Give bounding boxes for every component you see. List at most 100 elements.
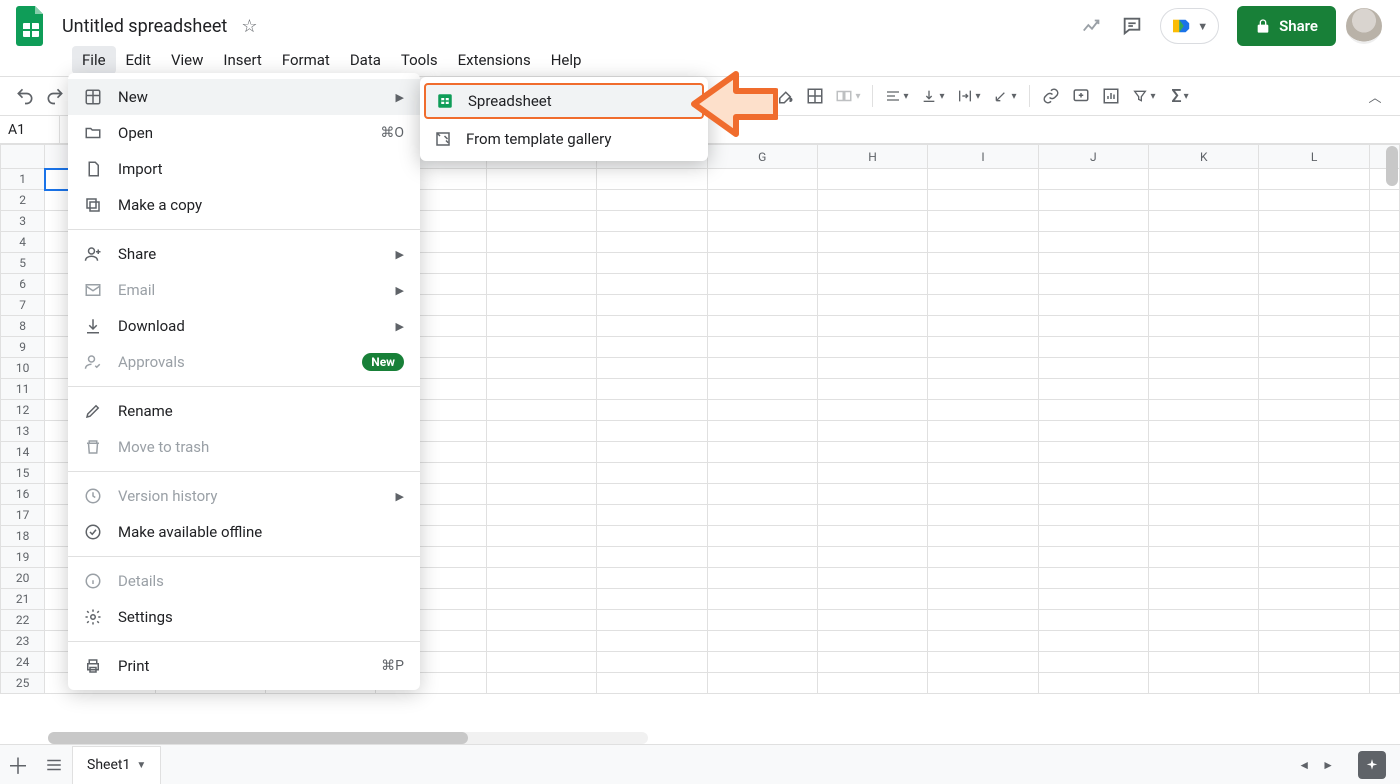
row-header[interactable]: 19 <box>1 547 45 568</box>
cell[interactable] <box>707 463 817 484</box>
col-header[interactable]: I <box>928 145 1038 169</box>
col-header[interactable]: L <box>1259 145 1369 169</box>
cell[interactable] <box>817 526 927 547</box>
col-header[interactable]: J <box>1038 145 1148 169</box>
cell[interactable] <box>486 673 596 694</box>
cell[interactable] <box>1038 526 1148 547</box>
cell[interactable] <box>486 358 596 379</box>
cell[interactable] <box>1369 400 1399 421</box>
cell[interactable] <box>817 337 927 358</box>
cell[interactable] <box>486 211 596 232</box>
cell[interactable] <box>1259 337 1369 358</box>
cell[interactable] <box>486 232 596 253</box>
cell[interactable] <box>707 190 817 211</box>
cell[interactable] <box>597 274 707 295</box>
doc-title[interactable]: Untitled spreadsheet <box>56 12 233 41</box>
cell[interactable] <box>1038 442 1148 463</box>
cell[interactable] <box>1369 253 1399 274</box>
cell[interactable] <box>1259 484 1369 505</box>
cell[interactable] <box>486 484 596 505</box>
row-header[interactable]: 12 <box>1 400 45 421</box>
cell[interactable] <box>486 169 596 190</box>
cell[interactable] <box>1259 211 1369 232</box>
v-scrollbar[interactable] <box>1386 146 1398 186</box>
cell[interactable] <box>817 190 927 211</box>
menu-history[interactable]: Version history ▶ <box>68 478 420 514</box>
cell[interactable] <box>1149 295 1259 316</box>
cell[interactable] <box>928 484 1038 505</box>
menu-view[interactable]: View <box>161 46 213 74</box>
cell[interactable] <box>486 526 596 547</box>
cell[interactable] <box>707 421 817 442</box>
cell[interactable] <box>597 589 707 610</box>
explore-button[interactable] <box>1358 751 1386 779</box>
cell[interactable] <box>486 631 596 652</box>
cell[interactable] <box>1259 673 1369 694</box>
cell[interactable] <box>1149 568 1259 589</box>
cell[interactable] <box>928 421 1038 442</box>
cell[interactable] <box>597 526 707 547</box>
cell[interactable] <box>817 421 927 442</box>
cell[interactable] <box>1369 190 1399 211</box>
menu-trash[interactable]: Move to trash <box>68 429 420 465</box>
avatar[interactable] <box>1346 8 1382 44</box>
fill-color-button[interactable] <box>770 81 800 111</box>
cell[interactable] <box>817 295 927 316</box>
menu-data[interactable]: Data <box>340 46 391 74</box>
col-header[interactable]: G <box>707 145 817 169</box>
cell[interactable] <box>928 211 1038 232</box>
cell[interactable] <box>1149 274 1259 295</box>
cell[interactable] <box>817 673 927 694</box>
cell[interactable] <box>707 211 817 232</box>
cell[interactable] <box>1038 652 1148 673</box>
cell[interactable] <box>1369 631 1399 652</box>
cell[interactable] <box>707 253 817 274</box>
row-header[interactable]: 16 <box>1 484 45 505</box>
cell[interactable] <box>817 631 927 652</box>
cell[interactable] <box>1149 442 1259 463</box>
menu-download[interactable]: Download ▶ <box>68 308 420 344</box>
merge-cells-button[interactable]: ▾ <box>830 81 866 111</box>
cell[interactable] <box>1149 505 1259 526</box>
cell[interactable] <box>1369 337 1399 358</box>
cell[interactable] <box>597 253 707 274</box>
cell[interactable] <box>817 610 927 631</box>
cell[interactable] <box>1149 379 1259 400</box>
cell[interactable] <box>486 547 596 568</box>
borders-button[interactable] <box>800 81 830 111</box>
cell[interactable] <box>597 631 707 652</box>
cell[interactable] <box>1149 400 1259 421</box>
cell[interactable] <box>486 505 596 526</box>
row-header[interactable]: 25 <box>1 673 45 694</box>
cell[interactable] <box>817 211 927 232</box>
cell[interactable] <box>597 568 707 589</box>
cell[interactable] <box>1038 568 1148 589</box>
cell[interactable] <box>1149 526 1259 547</box>
cell[interactable] <box>1149 463 1259 484</box>
cell[interactable] <box>1149 232 1259 253</box>
cell[interactable] <box>1259 379 1369 400</box>
add-sheet-button[interactable]: ＋ <box>0 747 36 783</box>
comments-icon[interactable] <box>1112 6 1152 46</box>
cell[interactable] <box>486 379 596 400</box>
cell[interactable] <box>928 673 1038 694</box>
cell[interactable] <box>707 169 817 190</box>
cell[interactable] <box>817 547 927 568</box>
cell[interactable] <box>486 316 596 337</box>
rotate-button[interactable]: ▾ <box>987 81 1023 111</box>
menu-format[interactable]: Format <box>272 46 340 74</box>
cell[interactable] <box>597 463 707 484</box>
cell[interactable] <box>597 652 707 673</box>
menu-new[interactable]: New ▶ <box>68 79 420 115</box>
cell[interactable] <box>597 442 707 463</box>
cell[interactable] <box>707 652 817 673</box>
cell[interactable] <box>1149 589 1259 610</box>
cell[interactable] <box>1259 316 1369 337</box>
select-all[interactable] <box>1 145 45 169</box>
h-align-button[interactable]: ▾ <box>879 81 915 111</box>
cell[interactable] <box>1259 253 1369 274</box>
row-header[interactable]: 24 <box>1 652 45 673</box>
cell[interactable] <box>707 505 817 526</box>
cell[interactable] <box>597 673 707 694</box>
cell[interactable] <box>1038 610 1148 631</box>
